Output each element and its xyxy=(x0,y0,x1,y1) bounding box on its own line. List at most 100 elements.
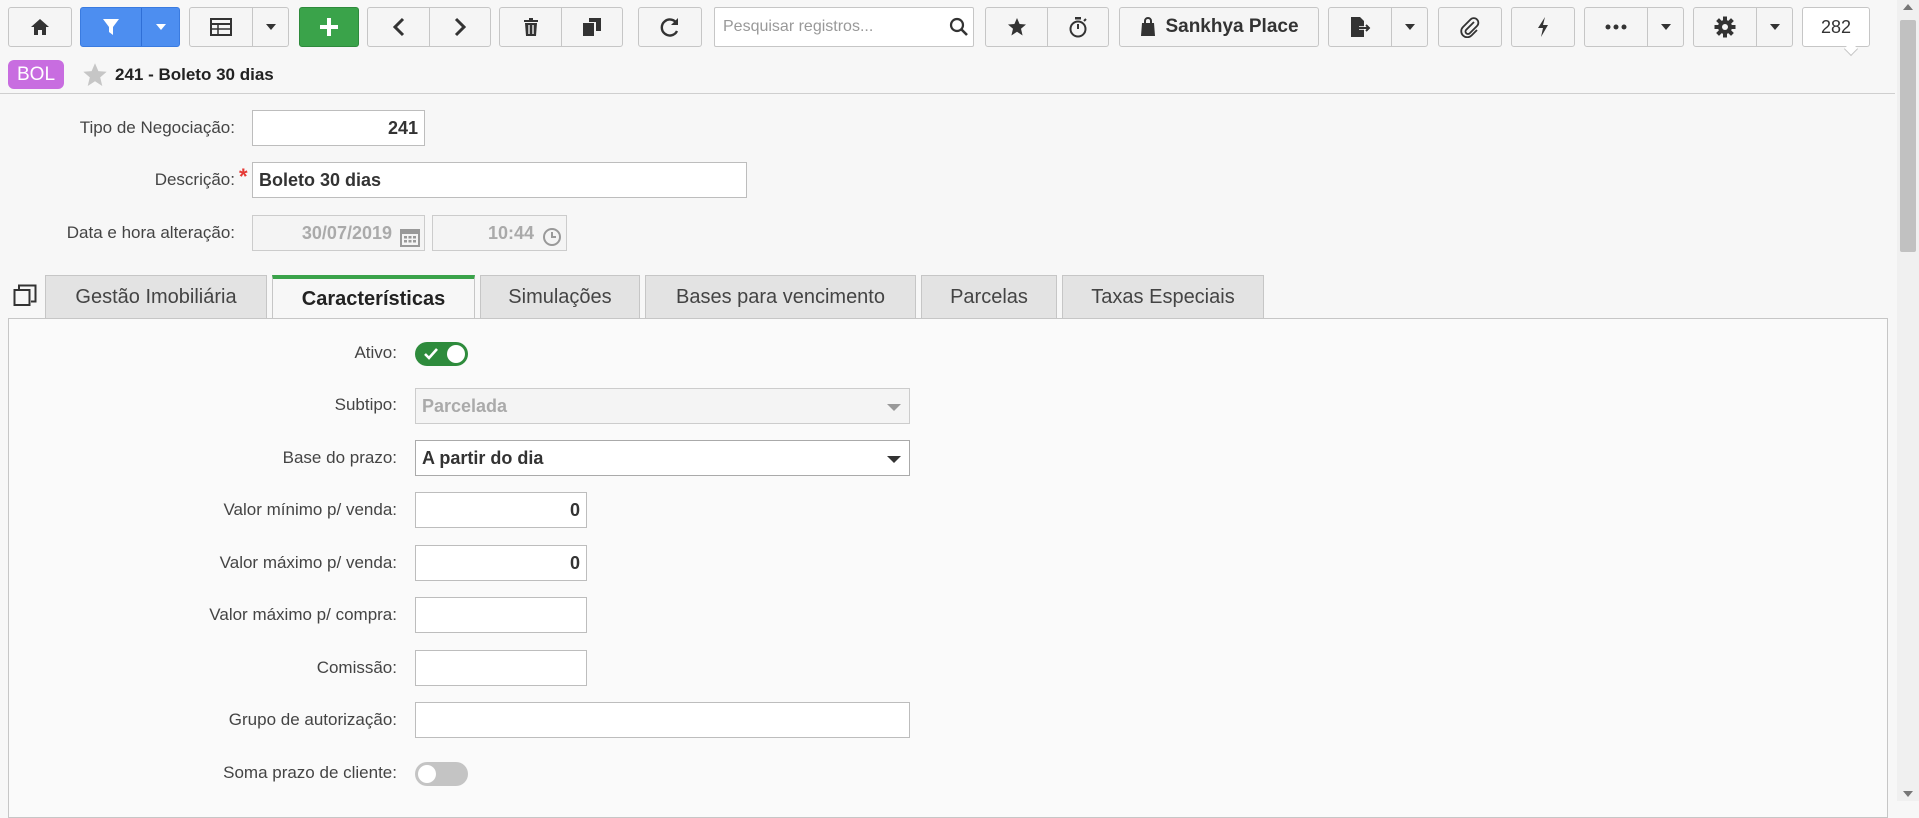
descricao-label: Descrição: xyxy=(154,170,235,189)
valor-maximo-venda-field[interactable]: 0 xyxy=(415,545,587,581)
table-icon xyxy=(210,18,232,36)
caret-down-icon xyxy=(1404,24,1415,30)
export-button[interactable] xyxy=(1329,8,1391,46)
edit-button-group xyxy=(499,7,623,47)
sankhya-place-label: Sankhya Place xyxy=(1165,16,1299,37)
more-dropdown-button[interactable] xyxy=(1648,8,1683,46)
vertical-scrollbar[interactable] xyxy=(1897,0,1919,801)
tipo-negociacao-field[interactable]: 241 xyxy=(252,110,425,146)
export-dropdown-button[interactable] xyxy=(1392,8,1427,46)
data-alteracao-date-field: 30/07/2019 xyxy=(252,215,425,251)
toolbar: Sankhya Place xyxy=(0,0,1880,57)
record-title: 241 - Boleto 30 dias xyxy=(115,65,274,84)
settings-button[interactable] xyxy=(1694,8,1756,46)
soma-prazo-cliente-toggle[interactable] xyxy=(415,762,468,786)
tab-parcelas[interactable]: Parcelas xyxy=(921,275,1057,319)
caret-down-icon xyxy=(265,24,276,30)
more-options-button[interactable] xyxy=(1585,8,1647,46)
paperclip-icon xyxy=(1460,17,1480,38)
valor-maximo-compra-field[interactable] xyxy=(415,597,587,633)
data-alteracao-time-value: 10:44 xyxy=(487,223,534,243)
search-input[interactable] xyxy=(721,9,941,45)
subtipo-label: Subtipo: xyxy=(334,395,397,414)
attachment-button[interactable] xyxy=(1439,8,1501,46)
chevron-left-icon xyxy=(392,17,404,37)
settings-dropdown-button[interactable] xyxy=(1757,8,1792,46)
filter-icon xyxy=(103,19,119,35)
refresh-icon xyxy=(660,18,679,37)
copy-icon xyxy=(583,18,601,36)
attach-button-group xyxy=(1438,7,1502,47)
record-title-bar: BOL 241 - Boleto 30 dias xyxy=(0,58,1895,94)
chevron-right-icon xyxy=(454,17,466,37)
search-icon[interactable] xyxy=(949,17,969,42)
record-count: 282 xyxy=(1802,7,1870,47)
star-icon xyxy=(1007,18,1026,36)
home-button-group xyxy=(8,7,72,47)
tab-simulacoes[interactable]: Simulações xyxy=(480,275,640,319)
calendar-icon xyxy=(400,224,420,258)
ellipsis-icon xyxy=(1605,24,1627,30)
action-button-group xyxy=(1511,7,1575,47)
favorite-star-icon[interactable] xyxy=(82,62,108,93)
record-type-badge: BOL xyxy=(8,60,65,89)
sankhya-place-group: Sankhya Place xyxy=(1119,7,1319,47)
actions-button[interactable] xyxy=(1512,8,1574,46)
grupo-autorizacao-field[interactable] xyxy=(415,702,910,738)
comissao-field[interactable] xyxy=(415,650,587,686)
stopwatch-icon xyxy=(1069,17,1087,38)
caret-down-icon xyxy=(887,456,901,463)
data-alteracao-label: Data e hora alteração: xyxy=(66,223,235,242)
valor-minimo-venda-field[interactable]: 0 xyxy=(415,492,587,528)
timer-button[interactable] xyxy=(1048,8,1108,46)
tab-gestao-imobiliaria[interactable]: Gestão Imobiliária xyxy=(45,275,267,319)
delete-button[interactable] xyxy=(500,8,561,46)
valor-minimo-venda-label: Valor mínimo p/ venda: xyxy=(223,500,397,519)
ativo-label: Ativo: xyxy=(354,343,397,362)
valor-maximo-venda-label: Valor máximo p/ venda: xyxy=(219,553,397,572)
filter-button[interactable] xyxy=(81,8,141,46)
scroll-down-arrow-icon[interactable] xyxy=(1903,791,1913,797)
grupo-autorizacao-label: Grupo de autorização: xyxy=(228,710,397,729)
scroll-up-arrow-icon[interactable] xyxy=(1903,4,1913,10)
refresh-button-group xyxy=(638,7,702,47)
scrollbar-thumb[interactable] xyxy=(1900,20,1916,252)
caret-down-icon xyxy=(1660,24,1671,30)
grid-dropdown-button[interactable] xyxy=(253,8,288,46)
descricao-field[interactable]: Boleto 30 dias xyxy=(252,162,747,198)
filter-dropdown-button[interactable] xyxy=(142,8,179,46)
caret-down-icon xyxy=(1769,24,1780,30)
filter-button-group xyxy=(80,7,180,47)
settings-button-group xyxy=(1693,7,1793,47)
refresh-button[interactable] xyxy=(639,8,701,46)
grid-view-button[interactable] xyxy=(190,8,252,46)
tipo-negociacao-label: Tipo de Negociação: xyxy=(79,118,235,137)
gear-icon xyxy=(1714,16,1736,38)
tab-taxas-especiais[interactable]: Taxas Especiais xyxy=(1062,275,1264,319)
previous-record-button[interactable] xyxy=(368,8,429,46)
toggle-knob xyxy=(418,765,436,783)
lightning-icon xyxy=(1538,17,1548,37)
home-button[interactable] xyxy=(9,8,71,46)
export-button-group xyxy=(1328,7,1428,47)
required-mark: * xyxy=(239,164,248,189)
nav-button-group xyxy=(367,7,491,47)
base-prazo-select[interactable]: A partir do dia xyxy=(415,440,910,476)
subtipo-select: Parcelada xyxy=(415,388,910,424)
file-export-icon xyxy=(1351,17,1371,37)
clock-icon xyxy=(542,224,562,258)
check-icon xyxy=(423,346,439,367)
ativo-toggle[interactable] xyxy=(415,342,468,366)
favorites-button[interactable] xyxy=(986,8,1047,46)
sankhya-place-button[interactable]: Sankhya Place xyxy=(1120,8,1318,46)
base-prazo-label: Base do prazo: xyxy=(282,448,397,467)
valor-maximo-compra-label: Valor máximo p/ compra: xyxy=(209,605,397,624)
tab-bases-vencimento[interactable]: Bases para vencimento xyxy=(645,275,916,319)
add-record-button[interactable] xyxy=(300,8,358,46)
more-button-group xyxy=(1584,7,1684,47)
caret-down-icon xyxy=(887,404,901,411)
copy-tabs-icon[interactable] xyxy=(13,284,37,313)
duplicate-button[interactable] xyxy=(562,8,622,46)
tab-caracteristicas[interactable]: Características xyxy=(272,275,475,320)
next-record-button[interactable] xyxy=(430,8,490,46)
